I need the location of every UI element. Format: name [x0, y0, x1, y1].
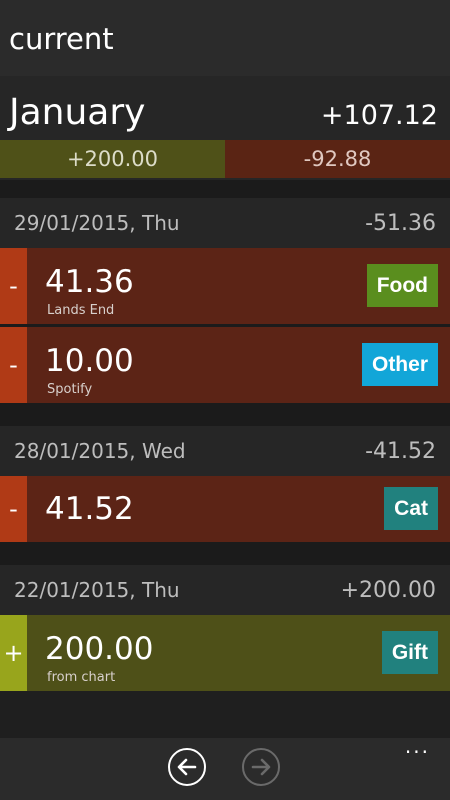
transaction-amount: 41.36 [45, 264, 134, 300]
divider [0, 542, 450, 565]
month-name: January [9, 92, 146, 133]
divider [0, 180, 450, 198]
category-tag[interactable]: Food [366, 264, 438, 307]
page-title: current [9, 22, 114, 56]
transaction-amount: 41.52 [45, 491, 134, 527]
transaction-note: from chart [47, 670, 116, 685]
forward-button[interactable] [242, 748, 280, 786]
category-tag[interactable]: Other [361, 343, 438, 386]
day-date: 29/01/2015, Thu [14, 211, 180, 235]
transaction-note: Lands End [47, 303, 115, 318]
transaction-row[interactable]: + 200.00 from chart Gift [0, 615, 450, 691]
day-sum: -41.52 [365, 439, 436, 464]
divider [0, 403, 450, 426]
day-sum: -51.36 [365, 211, 436, 236]
back-button[interactable] [168, 748, 206, 786]
header-bar: current [0, 0, 450, 76]
sign-indicator: - [0, 248, 27, 324]
sign-indicator: - [0, 476, 27, 542]
month-total: +107.12 [320, 100, 438, 131]
month-split-bar: +200.00 -92.88 [0, 140, 450, 178]
more-menu-button[interactable]: ... [405, 734, 430, 758]
day-header: 28/01/2015, Wed -41.52 [0, 426, 450, 476]
transaction-row[interactable]: - 41.36 Lands End Food [0, 248, 450, 324]
transaction-row[interactable]: - 41.52 Cat [0, 476, 450, 542]
category-tag[interactable]: Gift [381, 631, 438, 674]
app-bar: ... [0, 734, 450, 800]
transaction-note: Spotify [47, 382, 93, 397]
transaction-row[interactable]: - 10.00 Spotify Other [0, 327, 450, 403]
day-sum: +200.00 [340, 578, 436, 603]
arrow-left-icon [177, 758, 197, 776]
day-header: 22/01/2015, Thu +200.00 [0, 565, 450, 615]
sign-indicator: - [0, 327, 27, 403]
day-header: 29/01/2015, Thu -51.36 [0, 198, 450, 248]
day-date: 22/01/2015, Thu [14, 578, 180, 602]
day-date: 28/01/2015, Wed [14, 439, 186, 463]
arrow-right-icon [251, 758, 271, 776]
sign-indicator: + [0, 615, 27, 691]
month-income: +200.00 [0, 140, 225, 178]
transaction-amount: 10.00 [45, 343, 134, 379]
month-expense: -92.88 [225, 140, 450, 178]
transaction-amount: 200.00 [45, 631, 154, 667]
category-tag[interactable]: Cat [384, 487, 438, 530]
